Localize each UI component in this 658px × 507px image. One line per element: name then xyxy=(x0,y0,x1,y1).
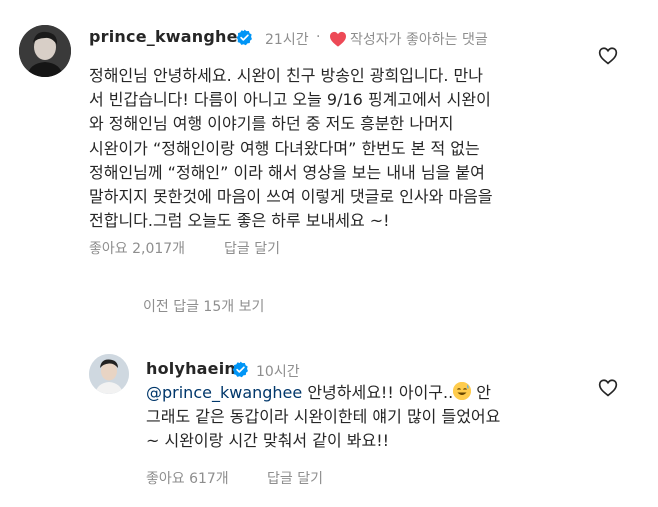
comment-line: 서 빈갑습니다! 다름이 아니고 오늘 9/16 핑계고에서 시완이 xyxy=(89,90,491,109)
heart-filled-icon xyxy=(330,31,346,47)
comment-line: 정해인님께 “정해인” 이라 해서 영상을 보는 내내 님을 붙여 xyxy=(89,163,485,182)
comment-line: 말하지지 못한것에 마음이 쓰여 이렇게 댓글로 인사와 마음을 xyxy=(89,187,493,206)
liked-by-author-label: 작성자가 좋아하는 댓글 xyxy=(350,32,488,48)
reply-body: @prince_kwanghee 안녕하세요!! 아이구.. 안 그래도 같은 … xyxy=(146,381,500,453)
comment-body-paragraph2: 시완이가 “정해인이랑 여행 다녀왔다며” 한번도 본 적 없는 정해인님께 “… xyxy=(89,137,493,233)
reply-like-count[interactable]: 좋아요 617개 xyxy=(146,468,229,488)
comment-reply-button[interactable]: 답글 달기 xyxy=(224,238,280,258)
like-comment-heart-icon[interactable] xyxy=(598,46,618,65)
verified-badge-icon xyxy=(232,361,248,378)
comment-line: 시완이가 “정해인이랑 여행 다녀왔다며” 한번도 본 적 없는 xyxy=(89,139,480,158)
reply-text-tail: 안 xyxy=(471,383,491,402)
comment-time[interactable]: 21시간 xyxy=(265,29,309,49)
like-reply-heart-icon[interactable] xyxy=(598,378,618,397)
sweat-smile-emoji-icon xyxy=(453,382,472,400)
view-previous-replies-button[interactable]: 이전 답글 15개 보기 xyxy=(143,296,264,316)
reply-line: ~ 시완이랑 시간 맞춰서 같이 봐요!! xyxy=(146,431,390,450)
separator-dot: · xyxy=(316,29,321,45)
mention-link[interactable]: @prince_kwanghee xyxy=(146,383,302,402)
reply-reply-button[interactable]: 답글 달기 xyxy=(267,468,323,488)
reply-text: 안녕하세요!! 아이구.. xyxy=(302,383,454,402)
comment-line: 와 정해인님 여행 이야기를 하던 중 저도 흥분한 나머지 xyxy=(89,114,454,133)
reply-line: @prince_kwanghee 안녕하세요!! 아이구.. 안 xyxy=(146,381,500,405)
comment-line: 정해인님 안녕하세요. 시완이 친구 방송인 광희입니다. 만나 xyxy=(89,66,483,85)
avatar-prince-kwanghee[interactable] xyxy=(19,25,71,77)
comment-line: 전합니다.그럼 오늘도 좋은 하루 보내세요 ~! xyxy=(89,211,390,230)
comment-like-count[interactable]: 좋아요 2,017개 xyxy=(89,238,185,258)
avatar-holyhaein[interactable] xyxy=(89,354,129,394)
reply-line: 그래도 같은 동갑이라 시완이한테 얘기 많이 들었어요 xyxy=(146,407,501,426)
verified-badge-icon xyxy=(236,29,252,46)
comment-body: 정해인님 안녕하세요. 시완이 친구 방송인 광희입니다. 만나 서 빈갑습니다… xyxy=(89,64,491,136)
comment-username[interactable]: prince_kwanghee xyxy=(89,27,249,46)
reply-username[interactable]: holyhaein xyxy=(146,359,236,378)
reply-time[interactable]: 10시간 xyxy=(256,361,300,381)
